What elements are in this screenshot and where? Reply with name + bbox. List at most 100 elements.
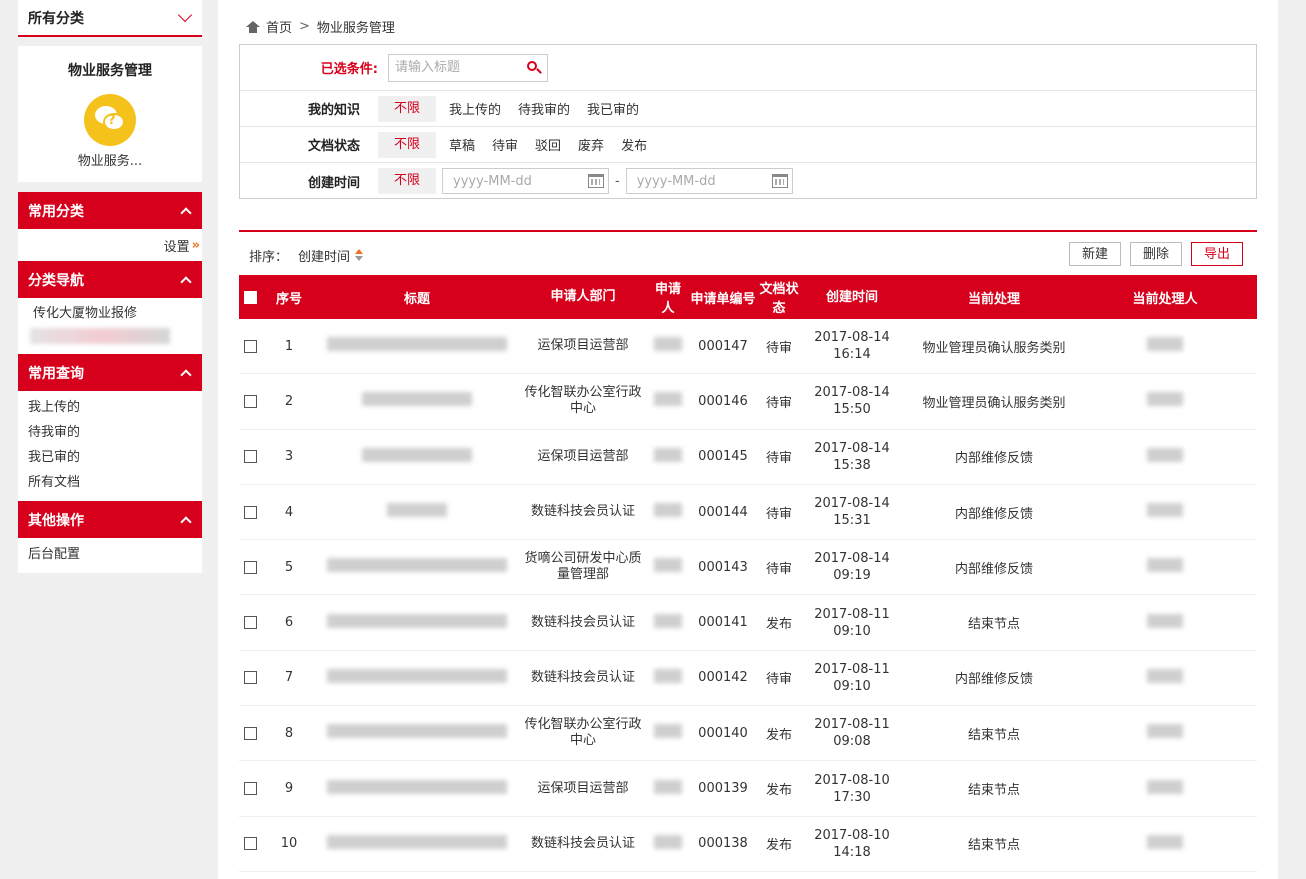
header-applicant: 申请人 bbox=[654, 282, 681, 316]
cell-no: 2 bbox=[284, 393, 294, 409]
home-icon[interactable] bbox=[246, 20, 260, 33]
table-body: 1 运保项目运营部 000147 待审 2017-08-14 16:14 物业管理员确认服… bbox=[239, 319, 1257, 872]
table-row[interactable]: 10 数链科技会员认证 000138 发布 2017-08-10 14:18 结束节点 bbox=[239, 817, 1257, 872]
blurred-title bbox=[327, 558, 507, 573]
section-common-query[interactable]: 常用查询 bbox=[18, 354, 202, 391]
cell-handler bbox=[1083, 503, 1247, 521]
header-status: 文档状态 bbox=[759, 282, 799, 316]
other-item[interactable]: 后台配置 bbox=[18, 542, 202, 567]
doc-status-all[interactable]: 不限 bbox=[378, 131, 436, 158]
my-knowledge-all[interactable]: 不限 bbox=[378, 95, 436, 122]
cell-code: 000139 bbox=[698, 781, 748, 797]
my-knowledge-option[interactable]: 我已审的 bbox=[583, 99, 643, 118]
section-category-nav[interactable]: 分类导航 bbox=[18, 261, 202, 298]
cell-title[interactable] bbox=[317, 724, 517, 742]
table-row[interactable]: 3 运保项目运营部 000145 待审 2017-08-14 15:38 内部维修反馈 bbox=[239, 430, 1257, 485]
sort-label: 排序： bbox=[249, 250, 289, 265]
cell-title[interactable] bbox=[317, 337, 517, 355]
cell-title[interactable] bbox=[317, 447, 517, 466]
cell-applicant bbox=[649, 834, 687, 853]
cell-no: 10 bbox=[280, 836, 298, 852]
table-row[interactable]: 4 数链科技会员认证 000144 待审 2017-08-14 15:31 内部维修反馈 bbox=[239, 485, 1257, 541]
row-checkbox[interactable] bbox=[243, 671, 257, 685]
section-other-ops[interactable]: 其他操作 bbox=[18, 501, 202, 538]
doc-status-option[interactable]: 废弃 bbox=[574, 135, 608, 154]
query-item[interactable]: 我已审的 bbox=[18, 445, 202, 470]
blurred-title bbox=[327, 724, 507, 739]
search-icon[interactable] bbox=[527, 60, 542, 75]
row-checkbox[interactable] bbox=[243, 450, 257, 464]
my-knowledge-option[interactable]: 待我审的 bbox=[514, 99, 574, 118]
cell-status: 待审 bbox=[765, 340, 792, 356]
blurred-applicant bbox=[654, 834, 682, 849]
nav-item[interactable]: 传化大厦物业报修 bbox=[18, 298, 202, 322]
row-checkbox[interactable] bbox=[243, 616, 257, 630]
cell-time: 2017-08-14 15:50 bbox=[814, 385, 890, 418]
table-row[interactable]: 7 数链科技会员认证 000142 待审 2017-08-11 09:10 内部维修反馈 bbox=[239, 651, 1257, 707]
section-common-category[interactable]: 常用分类 bbox=[18, 192, 202, 229]
table-row[interactable]: 1 运保项目运营部 000147 待审 2017-08-14 16:14 物业管理员确认服… bbox=[239, 319, 1257, 375]
row-checkbox[interactable] bbox=[243, 726, 257, 740]
doc-status-option[interactable]: 待审 bbox=[488, 135, 522, 154]
cell-code: 000141 bbox=[698, 615, 748, 631]
calendar-icon[interactable] bbox=[588, 174, 604, 188]
created-time-all[interactable]: 不限 bbox=[378, 168, 436, 194]
doc-status-option[interactable]: 驳回 bbox=[531, 135, 565, 154]
row-checkbox[interactable] bbox=[243, 505, 257, 519]
section-title: 分类导航 bbox=[28, 272, 84, 289]
new-button[interactable]: 新建 bbox=[1068, 242, 1121, 266]
query-item[interactable]: 所有文档 bbox=[18, 470, 202, 495]
cell-title[interactable] bbox=[317, 503, 517, 521]
row-checkbox[interactable] bbox=[243, 560, 257, 574]
end-date-field[interactable]: yyyy-MM-dd bbox=[625, 168, 793, 194]
sort-icon[interactable] bbox=[355, 248, 364, 263]
all-categories-dropdown[interactable]: 所有分类 bbox=[18, 0, 202, 37]
blurred-applicant bbox=[654, 447, 682, 462]
cell-time: 2017-08-11 09:10 bbox=[814, 661, 890, 694]
export-button[interactable]: 导出 bbox=[1190, 242, 1243, 266]
delete-button[interactable]: 删除 bbox=[1129, 242, 1182, 266]
row-checkbox[interactable] bbox=[243, 394, 257, 408]
cell-title[interactable] bbox=[317, 392, 517, 410]
cell-title[interactable] bbox=[317, 834, 517, 853]
doc-status-option[interactable]: 草稿 bbox=[445, 135, 479, 154]
settings-link[interactable]: 设置 » bbox=[18, 229, 202, 261]
query-item[interactable]: 待我审的 bbox=[18, 420, 202, 445]
cell-title[interactable] bbox=[317, 613, 517, 632]
doc-status-option[interactable]: 发布 bbox=[617, 135, 651, 154]
search-input[interactable] bbox=[395, 60, 515, 75]
cell-title[interactable] bbox=[317, 668, 517, 687]
sidebar: 所有分类 物业服务管理 ? 物业服务... 常用分类 设置 » 分类导航 传化大… bbox=[18, 0, 202, 573]
module-card[interactable]: 物业服务管理 ? 物业服务... bbox=[18, 46, 202, 182]
cell-handle: 结束节点 bbox=[967, 727, 1020, 743]
blurred-title bbox=[327, 613, 507, 628]
row-checkbox[interactable] bbox=[243, 339, 257, 353]
table-row[interactable]: 6 数链科技会员认证 000141 发布 2017-08-11 09:10 结束节点 bbox=[239, 595, 1257, 651]
cell-dept: 数链科技会员认证 bbox=[530, 614, 635, 630]
start-date-field[interactable]: yyyy-MM-dd bbox=[442, 168, 609, 194]
cell-applicant bbox=[649, 337, 687, 355]
blurred-title bbox=[327, 337, 507, 352]
row-checkbox[interactable] bbox=[243, 837, 257, 851]
cell-title[interactable] bbox=[317, 558, 517, 576]
cell-code: 000145 bbox=[698, 449, 748, 465]
main-panel: 首页 > 物业服务管理 已选条件: 我的知识 不限 我上传的 待我审的 我已审的… bbox=[218, 0, 1278, 879]
select-all-checkbox[interactable] bbox=[243, 290, 257, 304]
date-placeholder: yyyy-MM-dd bbox=[453, 173, 532, 189]
blurred-nav-item[interactable] bbox=[30, 328, 170, 344]
breadcrumb-home[interactable]: 首页 bbox=[266, 17, 292, 36]
table-row[interactable]: 8 传化智联办公室行政中心 000140 发布 2017-08-11 09:08 结束节点 bbox=[239, 706, 1257, 762]
table-row[interactable]: 9 运保项目运营部 000139 发布 2017-08-10 17:30 结束节点 bbox=[239, 761, 1257, 817]
cell-applicant bbox=[649, 779, 687, 798]
section-title: 常用查询 bbox=[28, 365, 84, 382]
row-checkbox[interactable] bbox=[243, 782, 257, 796]
cell-dept: 运保项目运营部 bbox=[537, 448, 629, 464]
table-row[interactable]: 2 传化智联办公室行政中心 000146 待审 2017-08-14 15:50 物业管理… bbox=[239, 374, 1257, 430]
sort-value[interactable]: 创建时间 bbox=[298, 246, 350, 265]
cell-dept: 传化智联办公室行政中心 bbox=[524, 385, 642, 417]
cell-title[interactable] bbox=[317, 779, 517, 798]
query-item[interactable]: 我上传的 bbox=[18, 395, 202, 420]
table-row[interactable]: 5 货嘀公司研发中心质量管理部 000143 待审 2017-08-14 09:19 内部… bbox=[239, 540, 1257, 596]
calendar-icon[interactable] bbox=[771, 174, 788, 188]
my-knowledge-option[interactable]: 我上传的 bbox=[445, 99, 505, 118]
